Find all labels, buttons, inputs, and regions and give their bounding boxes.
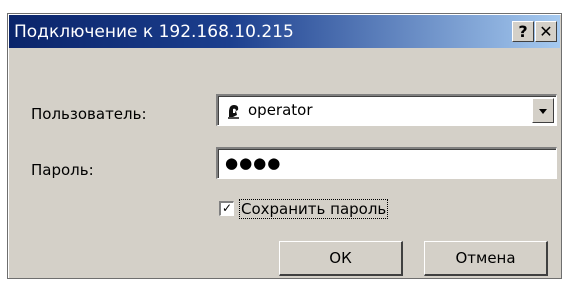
user-value: operator [248,101,313,119]
ok-button[interactable]: ОК [279,241,403,276]
window-title: Подключение к 192.168.10.215 [14,22,294,42]
dropdown-arrow-button[interactable] [532,98,554,123]
password-label: Пароль: [31,161,94,179]
user-icon [226,103,241,119]
connection-dialog: Подключение к 192.168.10.215 ? ✕ Пользов… [7,13,562,279]
user-label: Пользователь: [31,105,147,123]
title-bar[interactable]: Подключение к 192.168.10.215 ? ✕ [9,15,560,48]
password-value: ●●●● [225,154,282,172]
close-button[interactable]: ✕ [535,21,557,42]
user-select[interactable]: operator [216,94,557,126]
save-password-checkbox[interactable]: ✓ [219,201,234,216]
save-password-label[interactable]: Сохранить пароль [239,199,389,219]
help-button[interactable]: ? [512,21,534,42]
cancel-button[interactable]: Отмена [424,241,548,276]
password-field[interactable]: ●●●● [216,147,557,179]
close-icon: ✕ [539,21,553,41]
